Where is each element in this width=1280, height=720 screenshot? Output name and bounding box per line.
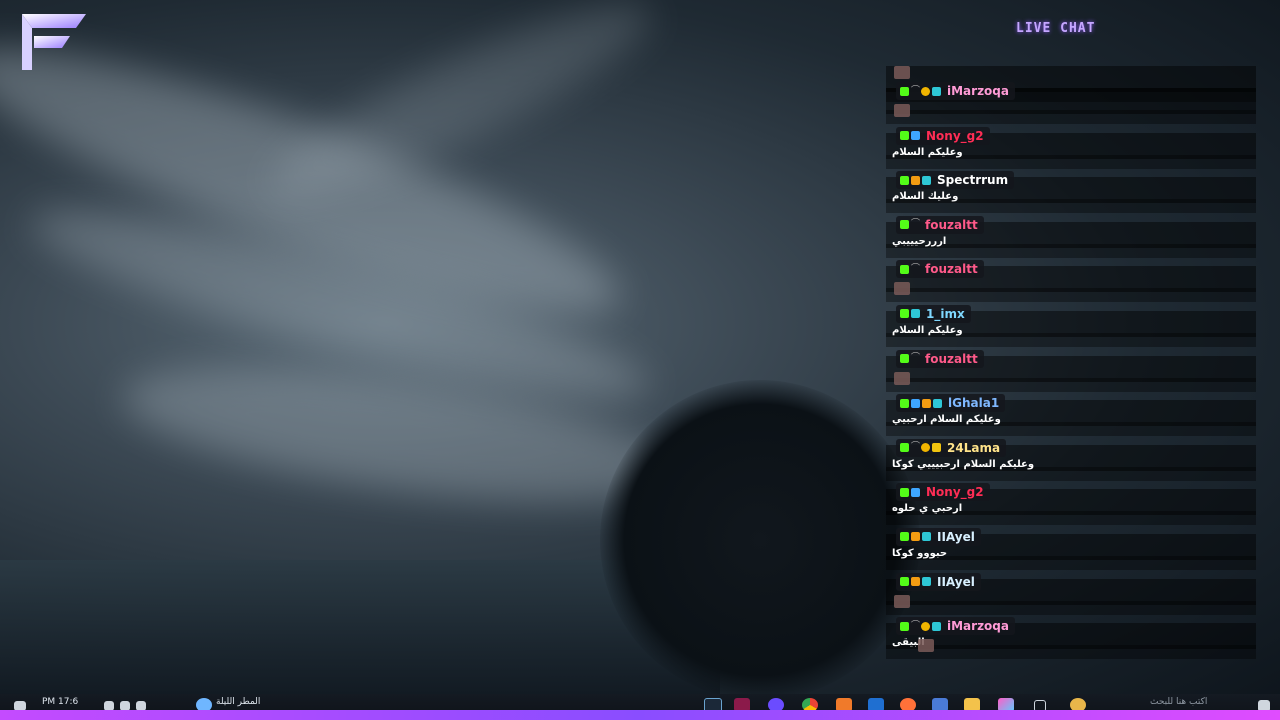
chat-text: ارررحيييبي <box>892 235 947 247</box>
chat-username[interactable]: IIAyel <box>937 575 975 589</box>
chat-message: ⌒ iMarzoqa البيقى <box>886 617 1256 662</box>
badge-blue-icon <box>911 131 920 141</box>
chat-username[interactable]: Spectrrum <box>937 173 1008 187</box>
chat-text: وعليك السلام <box>892 191 959 203</box>
chat-message: ⌒ fouzaltt <box>886 260 1256 305</box>
taskbar-search-input[interactable]: اكتب هنا للبحث <box>1150 697 1207 707</box>
chat-message: Nony_g2 وعليكم السلام <box>886 126 1256 172</box>
chat-message: ⌒ fouzaltt ارررحيييبي <box>886 215 1256 261</box>
badge-sub-icon <box>921 443 930 453</box>
badge-crown-icon <box>932 443 941 453</box>
chat-username[interactable]: lGhala1 <box>948 396 999 410</box>
chat-username-pill[interactable]: Nony_g2 <box>896 483 990 502</box>
badge-tilde-icon: ⌒ <box>911 353 921 364</box>
badge-mod-icon <box>932 86 941 96</box>
badge-blue-icon <box>911 487 920 497</box>
badge-flag-icon <box>922 398 931 408</box>
badge-tilde-icon: ⌒ <box>911 442 921 453</box>
chat-emote <box>894 282 910 296</box>
chat-username[interactable]: 1_imx <box>926 307 965 321</box>
chat-username[interactable]: iMarzoqa <box>947 619 1009 633</box>
channel-logo <box>18 12 88 72</box>
badge-tilde-icon: ⌒ <box>911 620 921 631</box>
badge-tilde-icon: ⌒ <box>911 263 921 274</box>
chat-username-pill[interactable]: ⌒ fouzaltt <box>896 349 984 368</box>
chat-text: وعليكم السلام ارحبيييي كوكا <box>892 458 1035 470</box>
chat-username-pill[interactable]: 1_imx <box>896 304 971 323</box>
badge-k-icon <box>900 443 909 453</box>
chat-text: وعليكم السلام <box>892 324 963 336</box>
badge-mod-icon <box>922 175 931 185</box>
chat-username-pill[interactable]: IIAyel <box>896 572 981 591</box>
badge-blue-icon <box>911 398 920 408</box>
chat-username-pill[interactable]: IIAyel <box>896 527 981 546</box>
badge-k-icon <box>900 532 909 542</box>
chat-username-pill[interactable]: Nony_g2 <box>896 126 990 145</box>
taskbar-clock[interactable]: PM 17:6 <box>42 697 78 707</box>
badge-sub-icon <box>921 621 930 631</box>
chat-message: Nony_g2 ارحبي ي حلوه <box>886 483 1256 528</box>
badge-flag-icon <box>911 532 920 542</box>
chat-username[interactable]: IIAyel <box>937 530 975 544</box>
badge-tilde-icon: ⌒ <box>911 85 921 96</box>
badge-k-icon <box>900 131 909 141</box>
chat-message: IIAyel حبووو كوكا <box>886 527 1256 573</box>
badge-mod-icon <box>933 398 942 408</box>
weather-label[interactable]: المطر الليلة <box>216 697 260 707</box>
chat-message: Spectrrum وعليك السلام <box>886 171 1256 216</box>
chat-text: وعليكم السلام <box>892 146 963 158</box>
chat-username-pill[interactable]: ⌒ iMarzoqa <box>896 82 1015 100</box>
badge-k-icon <box>900 264 909 274</box>
badge-k-icon <box>900 398 909 408</box>
badge-sub-icon <box>921 86 930 96</box>
chat-username-pill[interactable]: lGhala1 <box>896 394 1006 413</box>
badge-mod-icon <box>922 577 931 587</box>
f-logo-icon <box>22 14 86 70</box>
badge-flag-icon <box>911 577 920 587</box>
chat-text: وعليكم السلام ارحبيي <box>892 414 1001 426</box>
chat-text: حبووو كوكا <box>892 547 948 559</box>
badge-k-icon <box>900 621 909 631</box>
badge-k-icon <box>900 354 909 364</box>
chat-message: ⌒ fouzaltt <box>886 349 1256 395</box>
chat-message <box>886 60 1256 102</box>
live-chat-title: LIVE CHAT <box>1016 21 1096 36</box>
chat-username[interactable]: 24Lama <box>947 441 1000 455</box>
badge-mod-icon <box>911 309 920 319</box>
badge-k-icon <box>900 86 909 96</box>
chat-message: ⌒ iMarzoqa <box>886 82 1256 127</box>
chat-username-pill[interactable]: ⌒ 24Lama <box>896 438 1007 457</box>
accent-strip <box>0 710 1280 720</box>
chat-username[interactable]: Nony_g2 <box>926 485 984 499</box>
badge-mod-icon <box>932 621 941 631</box>
chat-username[interactable]: fouzaltt <box>925 218 978 232</box>
chat-emote <box>894 594 910 608</box>
chat-text: ارحبي ي حلوه <box>892 503 963 515</box>
chat-username[interactable]: Nony_g2 <box>926 129 984 143</box>
badge-tilde-icon: ⌒ <box>911 219 921 230</box>
chat-message: ⌒ 24Lama وعليكم السلام ارحبيييي كوكا <box>886 438 1256 484</box>
badge-k-icon <box>900 577 909 587</box>
chat-username[interactable]: fouzaltt <box>925 352 978 366</box>
chat-username-pill[interactable]: ⌒ iMarzoqa <box>896 617 1015 636</box>
chat-username[interactable]: fouzaltt <box>925 262 978 276</box>
badge-k-icon <box>900 220 909 230</box>
chat-message: IIAyel <box>886 572 1256 618</box>
chat-message: lGhala1 وعليكم السلام ارحبيي <box>886 394 1256 439</box>
badge-flag-icon <box>911 175 920 185</box>
badge-k-icon <box>900 175 909 185</box>
chat-username[interactable]: iMarzoqa <box>947 84 1009 98</box>
badge-k-icon <box>900 309 909 319</box>
badge-mod-icon <box>922 532 931 542</box>
chat-emote <box>894 371 910 385</box>
chat-username-pill[interactable]: ⌒ fouzaltt <box>896 260 984 279</box>
chat-username-pill[interactable]: ⌒ fouzaltt <box>896 215 984 234</box>
chat-username-pill[interactable]: Spectrrum <box>896 171 1015 190</box>
badge-k-icon <box>900 487 909 497</box>
chat-emote <box>918 639 934 653</box>
chat-emote <box>894 104 910 117</box>
chat-emote <box>894 66 910 79</box>
chat-overlay: ⌒ iMarzoqa Nony_g2 وعليكم السلام Spectrrum وع… <box>886 60 1256 662</box>
chat-message: 1_imx وعليكم السلام <box>886 304 1256 350</box>
